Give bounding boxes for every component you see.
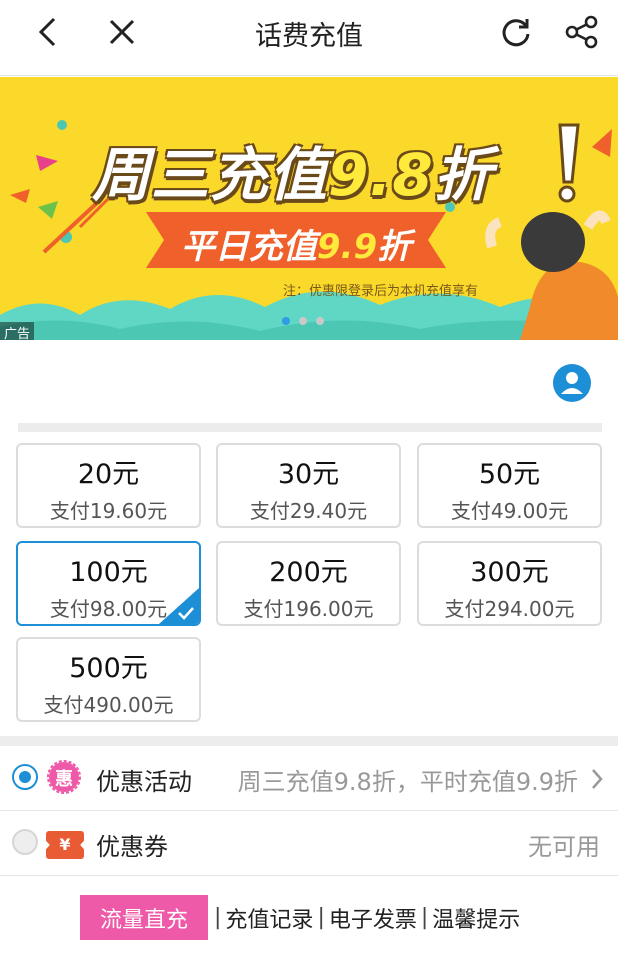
coupon-radio[interactable] (12, 829, 38, 855)
carousel-dots[interactable] (282, 317, 324, 325)
share-icon (565, 15, 598, 49)
promotion-value: 周三充值9.8折，平时充值9.9折 (237, 768, 578, 796)
amount-card[interactable]: 300元 支付294.00元 (417, 541, 602, 626)
amount-value: 50元 (478, 459, 541, 490)
amount-card[interactable]: 20元 支付19.60元 (16, 443, 201, 528)
link-separator: | (317, 905, 325, 930)
check-icon (178, 607, 194, 620)
phone-input-underline (18, 423, 602, 432)
link-e-invoice[interactable]: 电子发票 (329, 902, 417, 934)
banner-subline: 平日充值9.9折 (180, 227, 412, 267)
promo-banner[interactable]: 周三充值9.8折 平日充值9.9折 注：优惠限登录后为本机充值享有 广告 (0, 77, 618, 340)
coupon-ticket-icon: ¥ (46, 831, 84, 859)
amount-card-selected[interactable]: 100元 支付98.00元 (16, 541, 201, 626)
ad-label: 广告 (0, 322, 35, 340)
banner-note: 注：优惠限登录后为本机充值享有 (283, 284, 479, 299)
amount-pay: 支付490.00元 (43, 693, 174, 717)
link-separator: | (214, 905, 222, 930)
banner-headline: 周三充值9.8折 (92, 141, 493, 209)
amount-pay: 支付294.00元 (444, 597, 575, 621)
share-button[interactable] (560, 10, 604, 54)
amount-value: 500元 (69, 653, 148, 684)
amount-value: 100元 (69, 557, 148, 588)
coupon-row[interactable]: ¥ 优惠券 无可用 (0, 811, 618, 875)
carousel-dot[interactable] (282, 317, 290, 325)
coupon-label: 优惠券 (96, 833, 168, 861)
carousel-dot[interactable] (299, 317, 307, 325)
chevron-right-icon (592, 769, 603, 789)
amount-card[interactable]: 500元 支付490.00元 (16, 637, 201, 722)
amount-card[interactable]: 200元 支付196.00元 (216, 541, 401, 626)
refresh-button[interactable] (494, 10, 538, 54)
promotion-row[interactable]: 惠 优惠活动 周三充值9.8折，平时充值9.9折 (0, 746, 618, 810)
amount-value: 300元 (470, 557, 549, 588)
amount-value: 20元 (77, 459, 140, 490)
footer-links: 流量直充 | 充值记录 | 电子发票 | 温馨提示 (80, 895, 524, 940)
link-separator: | (420, 905, 429, 930)
amount-pay: 支付49.00元 (450, 499, 569, 523)
promotion-radio[interactable] (12, 764, 38, 790)
link-recharge-history[interactable]: 充值记录 (225, 902, 313, 934)
promotion-badge-icon: 惠 (47, 760, 81, 794)
refresh-icon (502, 19, 530, 47)
promotion-label: 优惠活动 (96, 768, 192, 796)
row-divider (0, 875, 618, 876)
coupon-value: 无可用 (528, 833, 600, 861)
amount-pay: 支付29.40元 (249, 499, 368, 523)
header-divider (0, 75, 618, 76)
account-button[interactable] (553, 364, 591, 406)
amount-pay: 支付19.60元 (49, 499, 168, 523)
amount-pay: 支付196.00元 (243, 597, 374, 621)
section-divider (0, 736, 618, 746)
carousel-dot[interactable] (316, 317, 324, 325)
amount-value: 30元 (277, 459, 340, 490)
flow-recharge-button[interactable]: 流量直充 (80, 895, 208, 940)
amount-card[interactable]: 50元 支付49.00元 (417, 443, 602, 528)
link-tips[interactable]: 温馨提示 (432, 902, 520, 934)
amount-card[interactable]: 30元 支付29.40元 (216, 443, 401, 528)
top-bar: 话费充值 (0, 0, 618, 64)
user-circle-icon (553, 364, 591, 402)
amount-value: 200元 (269, 557, 348, 588)
